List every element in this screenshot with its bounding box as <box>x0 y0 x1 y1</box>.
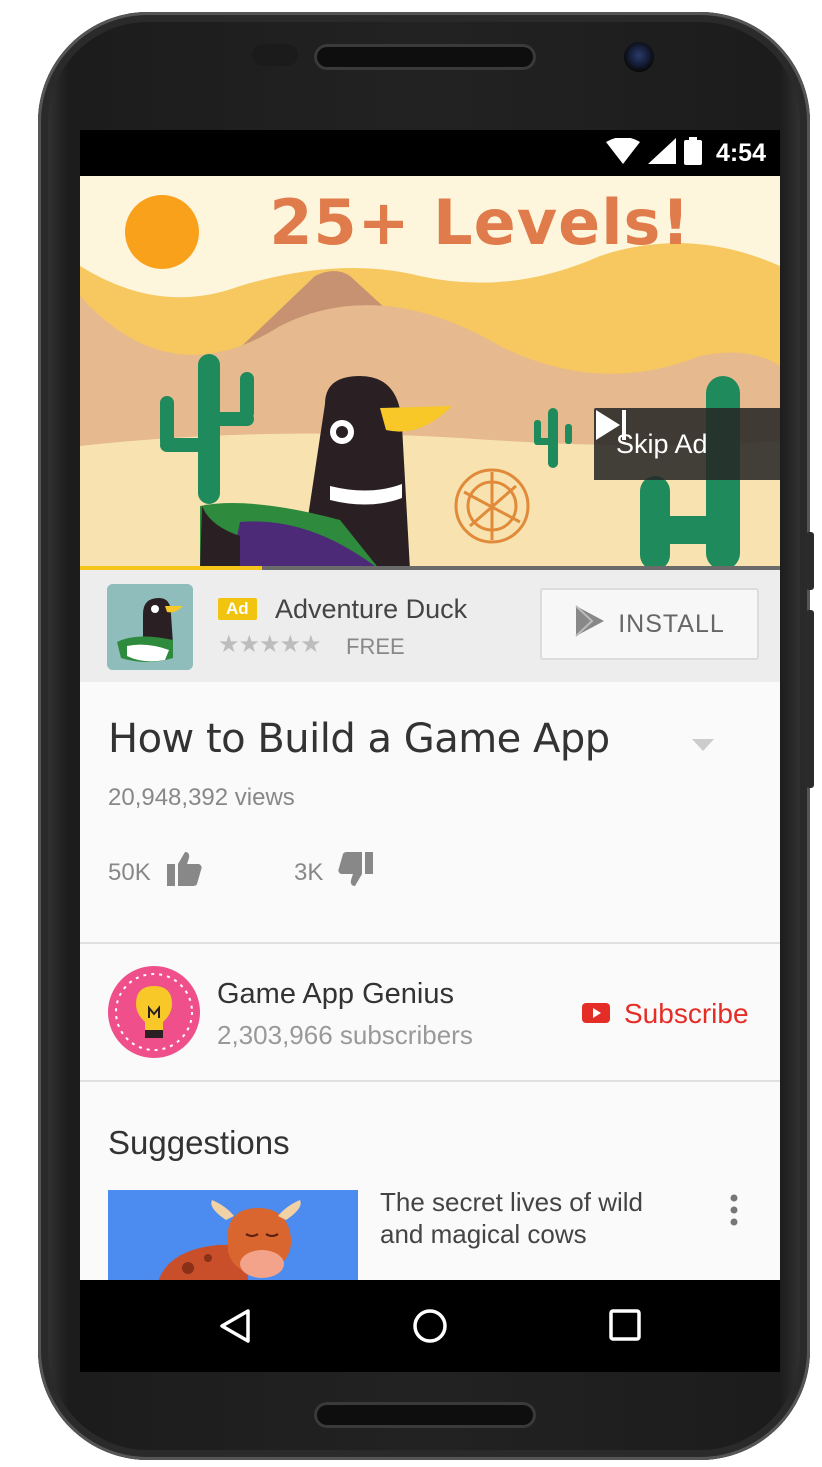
bottom-speaker <box>314 1402 536 1428</box>
ad-headline: 25+ Levels! <box>269 186 691 259</box>
rating-stars: ★★★★★ <box>218 631 322 658</box>
install-label: INSTALL <box>618 609 725 638</box>
power-button <box>806 532 814 590</box>
view-count: 20,948,392 views <box>108 784 295 811</box>
app-icon[interactable] <box>107 584 193 670</box>
dislike-button[interactable]: 3K <box>294 850 375 895</box>
wifi-icon <box>605 136 640 169</box>
navigation-bar <box>80 1280 780 1372</box>
recents-icon[interactable] <box>608 1308 642 1347</box>
subscribe-button[interactable]: Subscribe <box>582 998 749 1030</box>
ad-info-bar[interactable]: Ad Adventure Duck ★★★★★ FREE INSTALL <box>80 570 780 682</box>
install-button[interactable]: INSTALL <box>540 588 759 660</box>
divider <box>80 1080 780 1082</box>
thumbs-up-icon <box>165 850 203 895</box>
app-price: FREE <box>346 634 405 659</box>
volume-rocker <box>806 610 814 788</box>
lightbulb-icon <box>115 973 193 1051</box>
video-player[interactable]: 25+ Levels! Skip Ad <box>80 176 780 570</box>
skip-ad-label: Skip Ad <box>616 428 708 459</box>
like-count: 50K <box>108 858 151 886</box>
suggestion-thumbnail[interactable] <box>108 1190 358 1282</box>
home-icon[interactable] <box>412 1308 448 1349</box>
divider <box>80 942 780 944</box>
duck-app-icon <box>107 584 193 670</box>
suggestions-heading: Suggestions <box>108 1124 290 1161</box>
battery-icon <box>683 136 702 170</box>
ad-app-name[interactable]: Adventure Duck <box>275 594 467 625</box>
like-button[interactable]: 50K <box>108 850 203 895</box>
back-icon[interactable] <box>218 1308 252 1349</box>
cow-illustration <box>108 1190 358 1282</box>
status-time: 4:54 <box>715 138 766 167</box>
dislike-count: 3K <box>294 858 324 886</box>
expand-description-icon[interactable] <box>692 738 714 756</box>
thumbs-down-icon <box>337 850 375 895</box>
cellular-signal-icon <box>647 137 676 169</box>
ad-badge: Ad <box>218 598 257 620</box>
more-options-icon[interactable] <box>728 1192 740 1233</box>
status-bar: 4:54 <box>80 130 780 176</box>
channel-name[interactable]: Game App Genius <box>217 978 454 1011</box>
phone-screen: 4:54 25+ Levels! Skip Ad Ad Adventure Du… <box>80 130 780 1372</box>
proximity-sensor <box>252 44 298 66</box>
suggestion-title[interactable]: The secret lives of wild and magical cow… <box>380 1186 680 1250</box>
play-store-icon <box>574 604 606 645</box>
subscriber-count: 2,303,966 subscribers <box>217 1020 473 1050</box>
youtube-play-icon <box>582 998 610 1030</box>
skip-ad-button[interactable]: Skip Ad <box>594 408 780 480</box>
earpiece-speaker <box>314 44 536 70</box>
front-camera <box>624 42 654 72</box>
video-details: How to Build a Game App 20,948,392 views… <box>80 682 780 1282</box>
video-title: How to Build a Game App <box>108 716 610 762</box>
channel-avatar[interactable] <box>108 966 200 1058</box>
subscribe-label: Subscribe <box>624 998 749 1029</box>
